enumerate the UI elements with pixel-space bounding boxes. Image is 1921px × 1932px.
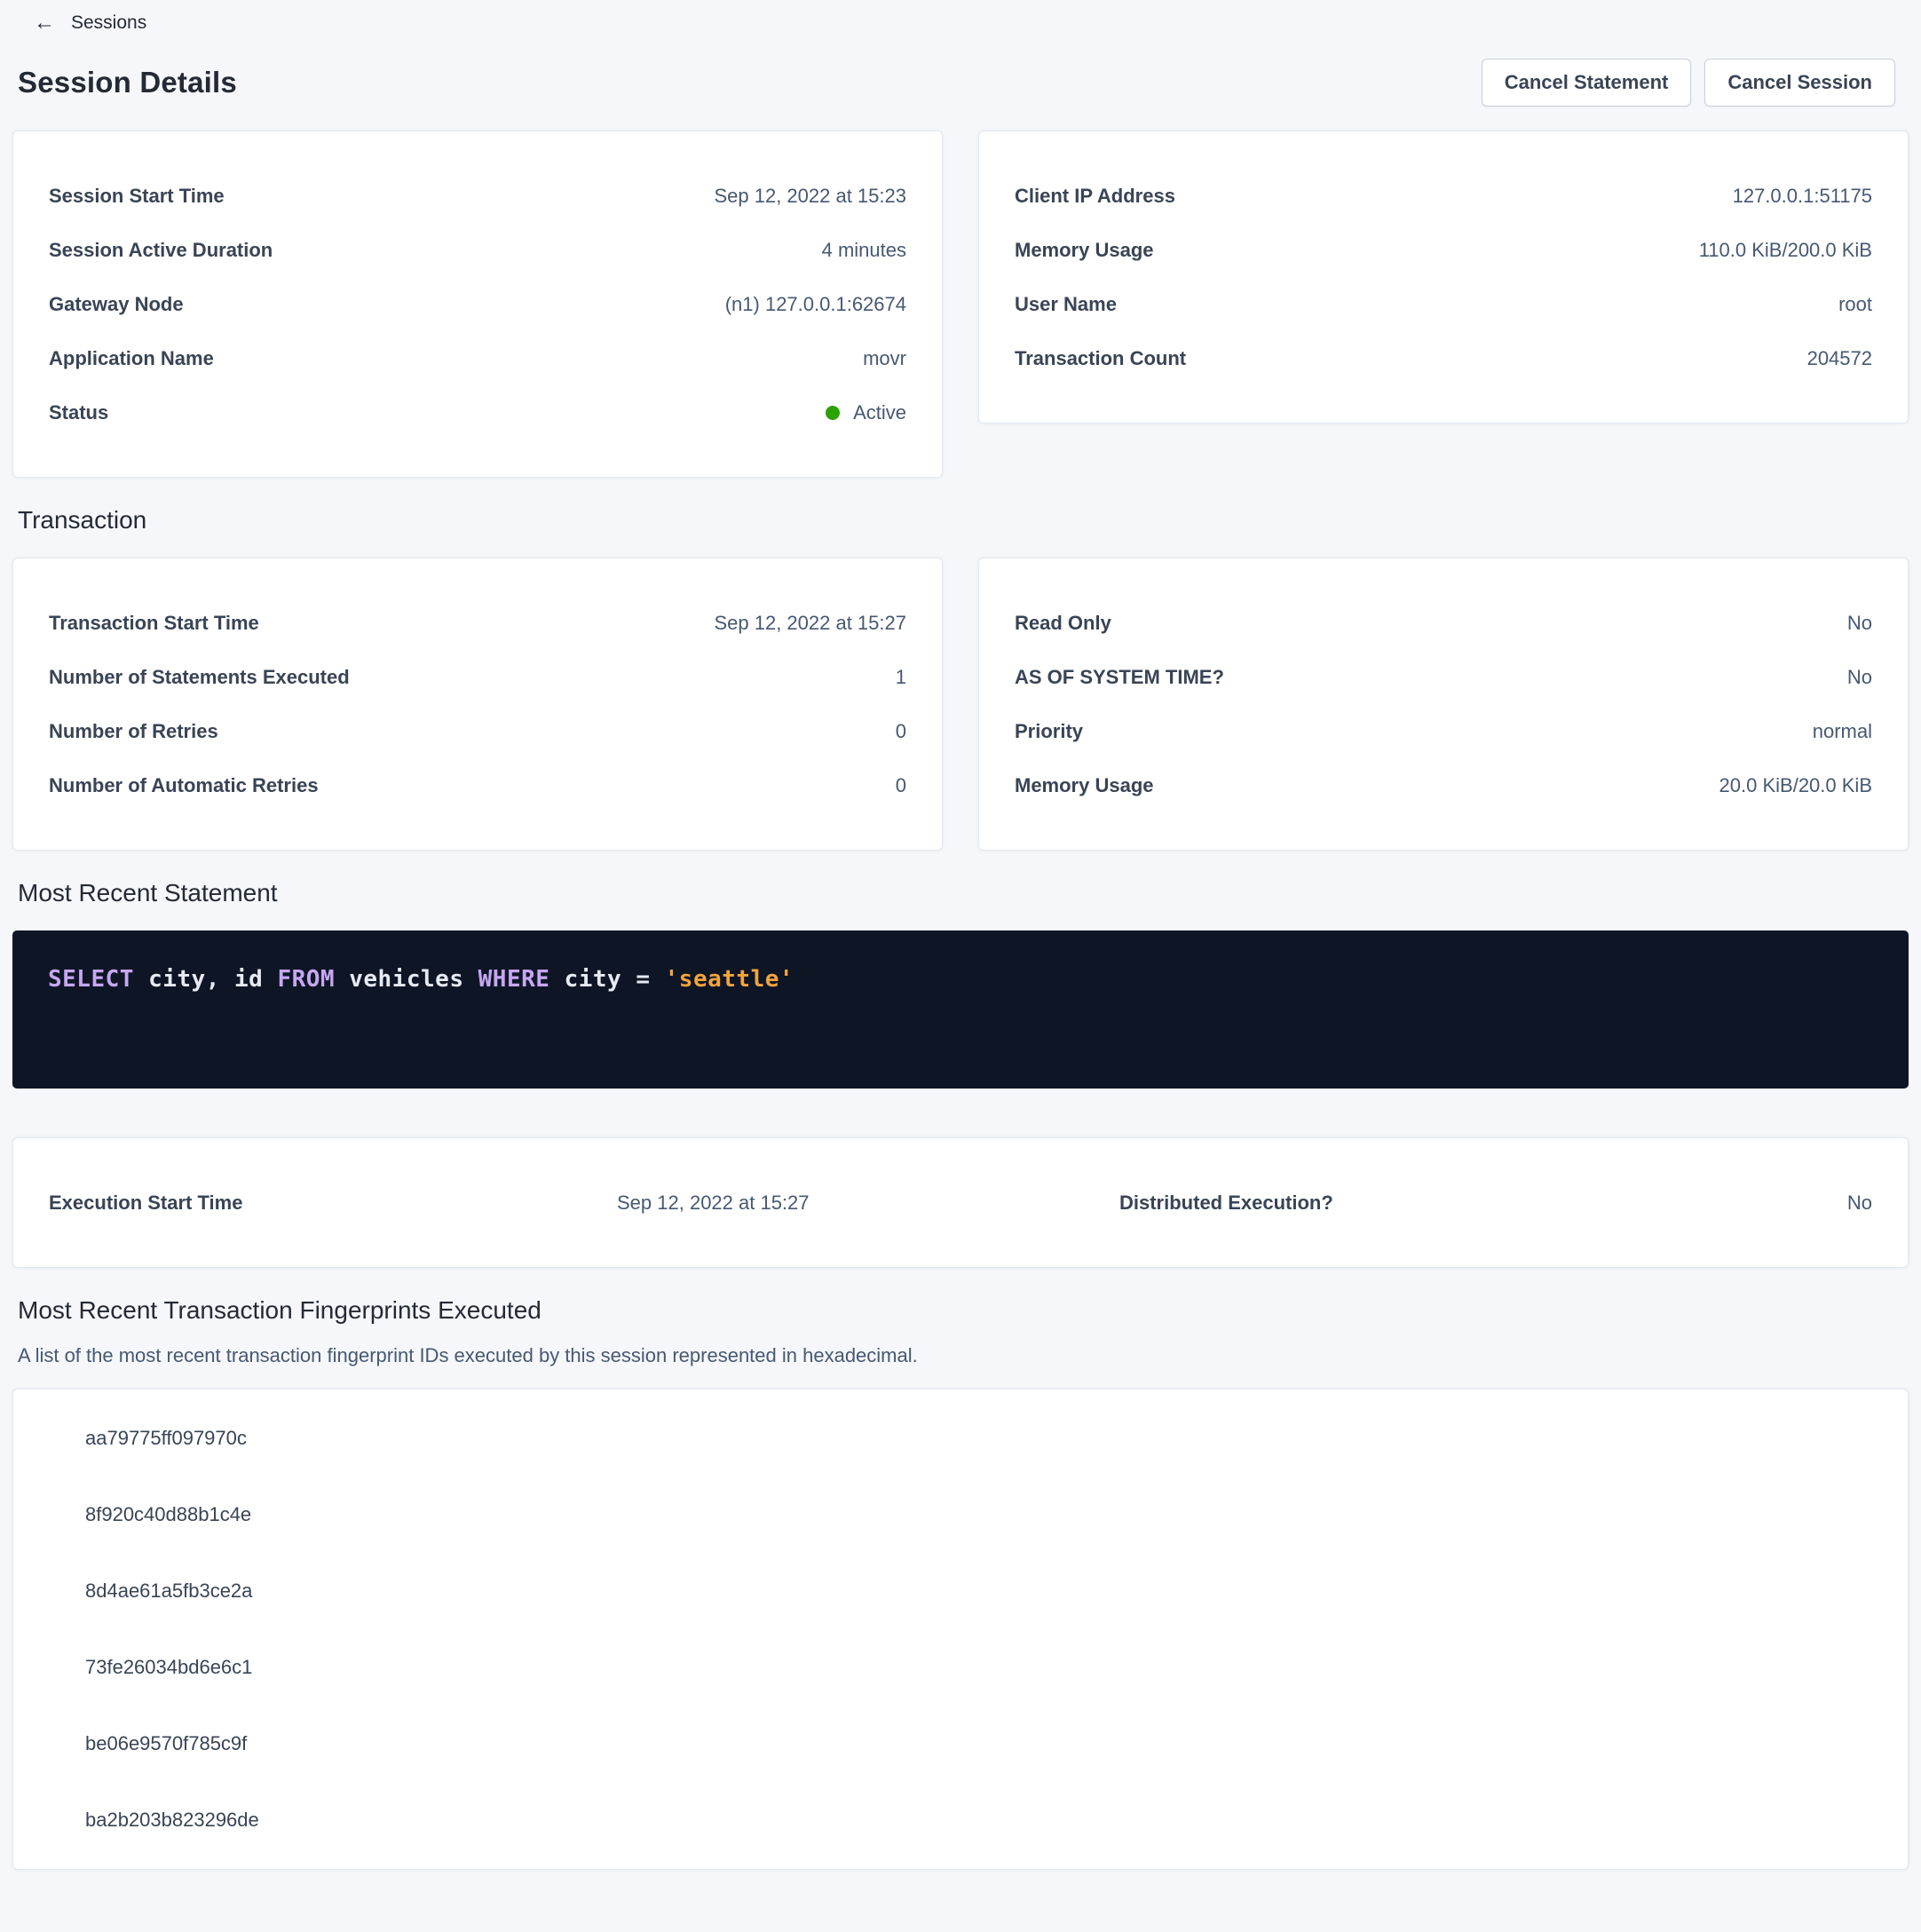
row-value: 0 <box>896 720 906 743</box>
row-value: 204572 <box>1807 347 1872 370</box>
row-value: 4 minutes <box>822 239 906 262</box>
header-actions: Cancel Statement Cancel Session <box>1482 59 1895 107</box>
summary-row: Memory Usage 110.0 KiB/200.0 KiB <box>1015 223 1872 277</box>
summary-row: Number of Statements Executed 1 <box>49 650 906 704</box>
row-label: AS OF SYSTEM TIME? <box>1015 666 1242 689</box>
fingerprints-section-heading: Most Recent Transaction Fingerprints Exe… <box>18 1296 1921 1325</box>
session-summary-card-right: Client IP Address 127.0.0.1:51175 Memory… <box>978 131 1909 424</box>
session-details-page: ← Sessions Session Details Cancel Statem… <box>0 0 1921 1896</box>
sql-statement-text: SELECT city, id FROM vehicles WHERE city… <box>48 966 1873 993</box>
row-value: No <box>1847 612 1872 635</box>
row-label: Transaction Start Time <box>49 612 277 635</box>
row-value: normal <box>1813 720 1872 743</box>
row-value: No <box>1847 1192 1872 1215</box>
summary-row: Transaction Count 204572 <box>1015 331 1872 385</box>
row-value: 110.0 KiB/200.0 KiB <box>1699 239 1872 262</box>
row-label: Number of Retries <box>49 720 236 743</box>
sql-text: city, id <box>134 966 278 993</box>
row-label: User Name <box>1015 293 1134 316</box>
row-label: Memory Usage <box>1015 774 1172 797</box>
row-label: Read Only <box>1015 612 1129 635</box>
row-label: Application Name <box>49 347 232 370</box>
row-label: Transaction Count <box>1015 347 1204 370</box>
execution-summary-row: Execution Start Time Sep 12, 2022 at 15:… <box>49 1176 1872 1230</box>
sql-text: vehicles <box>335 966 478 993</box>
sql-keyword: FROM <box>277 966 335 993</box>
summary-row: Memory Usage 20.0 KiB/20.0 KiB <box>1015 758 1872 812</box>
row-value: 0 <box>896 774 906 797</box>
cancel-session-button[interactable]: Cancel Session <box>1704 59 1895 107</box>
row-value: Sep 12, 2022 at 15:27 <box>617 1192 1119 1215</box>
fingerprint-item: be06e9570f785c9f <box>85 1706 1872 1782</box>
status-active-dot-icon <box>826 406 840 420</box>
transaction-section-heading: Transaction <box>18 506 1921 534</box>
row-label: Number of Statements Executed <box>49 666 368 689</box>
summary-row: Gateway Node (n1) 127.0.0.1:62674 <box>49 277 906 331</box>
status-badge: Active <box>826 401 906 424</box>
row-label: Execution Start Time <box>49 1192 617 1215</box>
fingerprint-item: 8d4ae61a5fb3ce2a <box>85 1553 1872 1629</box>
transaction-grid: Transaction Start Time Sep 12, 2022 at 1… <box>12 558 1909 851</box>
session-summary-grid: Session Start Time Sep 12, 2022 at 15:23… <box>12 131 1909 478</box>
row-label: Client IP Address <box>1015 185 1193 208</box>
fingerprint-item: 73fe26034bd6e6c1 <box>85 1629 1872 1706</box>
status-text: Active <box>853 401 906 424</box>
row-label: Status <box>49 401 126 424</box>
row-value: No <box>1847 666 1872 689</box>
row-value: Sep 12, 2022 at 15:27 <box>714 612 906 635</box>
row-value: Sep 12, 2022 at 15:23 <box>714 185 906 208</box>
row-label: Priority <box>1015 720 1101 743</box>
sql-statement-block: SELECT city, id FROM vehicles WHERE city… <box>12 930 1909 1089</box>
back-arrow-icon: ← <box>34 12 55 34</box>
row-label: Gateway Node <box>49 293 202 316</box>
fingerprint-item: aa79775ff097970c <box>85 1400 1872 1477</box>
fingerprint-item: 8f920c40d88b1c4e <box>85 1477 1872 1553</box>
summary-row: Transaction Start Time Sep 12, 2022 at 1… <box>49 596 906 650</box>
summary-row: Session Start Time Sep 12, 2022 at 15:23 <box>49 169 906 223</box>
breadcrumb-back-sessions[interactable]: ← Sessions <box>0 12 146 34</box>
row-value: 20.0 KiB/20.0 KiB <box>1719 774 1872 797</box>
row-label: Session Start Time <box>49 185 242 208</box>
sql-text: city = <box>549 966 664 993</box>
row-label: Session Active Duration <box>49 239 290 262</box>
row-value: root <box>1838 293 1872 316</box>
row-value: 127.0.0.1:51175 <box>1733 185 1872 208</box>
fingerprints-description: A list of the most recent transaction fi… <box>18 1344 1921 1367</box>
page-header: Session Details Cancel Statement Cancel … <box>0 59 1921 107</box>
execution-distributed-pair: Distributed Execution? No <box>1119 1192 1872 1215</box>
cancel-statement-button[interactable]: Cancel Statement <box>1482 59 1692 107</box>
page-title: Session Details <box>18 66 237 99</box>
execution-summary-card: Execution Start Time Sep 12, 2022 at 15:… <box>12 1137 1909 1268</box>
summary-row: Status Active <box>49 385 906 439</box>
summary-row: Session Active Duration 4 minutes <box>49 223 906 277</box>
sql-keyword: WHERE <box>478 966 550 993</box>
summary-row: Application Name movr <box>49 331 906 385</box>
fingerprints-card: aa79775ff097970c 8f920c40d88b1c4e 8d4ae6… <box>12 1389 1909 1870</box>
summary-row: Client IP Address 127.0.0.1:51175 <box>1015 169 1872 223</box>
summary-row: AS OF SYSTEM TIME? No <box>1015 650 1872 704</box>
fingerprint-item: ba2b203b823296de <box>85 1782 1872 1858</box>
sql-string-literal: 'seattle' <box>665 966 794 993</box>
row-label: Distributed Execution? <box>1119 1192 1333 1215</box>
transaction-card-right: Read Only No AS OF SYSTEM TIME? No Prior… <box>978 558 1909 851</box>
summary-row: Number of Automatic Retries 0 <box>49 758 906 812</box>
gateway-node-link[interactable]: (n1) 127.0.0.1:62674 <box>725 293 906 316</box>
summary-row: Priority normal <box>1015 704 1872 758</box>
session-summary-card-left: Session Start Time Sep 12, 2022 at 15:23… <box>12 131 943 478</box>
summary-row: Read Only No <box>1015 596 1872 650</box>
breadcrumb-label: Sessions <box>71 12 146 34</box>
sql-keyword: SELECT <box>48 966 134 993</box>
statement-section-heading: Most Recent Statement <box>18 879 1921 907</box>
row-value: movr <box>863 347 906 370</box>
summary-row: User Name root <box>1015 277 1872 331</box>
row-label: Memory Usage <box>1015 239 1172 262</box>
row-value: 1 <box>896 666 906 689</box>
transaction-card-left: Transaction Start Time Sep 12, 2022 at 1… <box>12 558 943 851</box>
summary-row: Number of Retries 0 <box>49 704 906 758</box>
row-label: Number of Automatic Retries <box>49 774 336 797</box>
